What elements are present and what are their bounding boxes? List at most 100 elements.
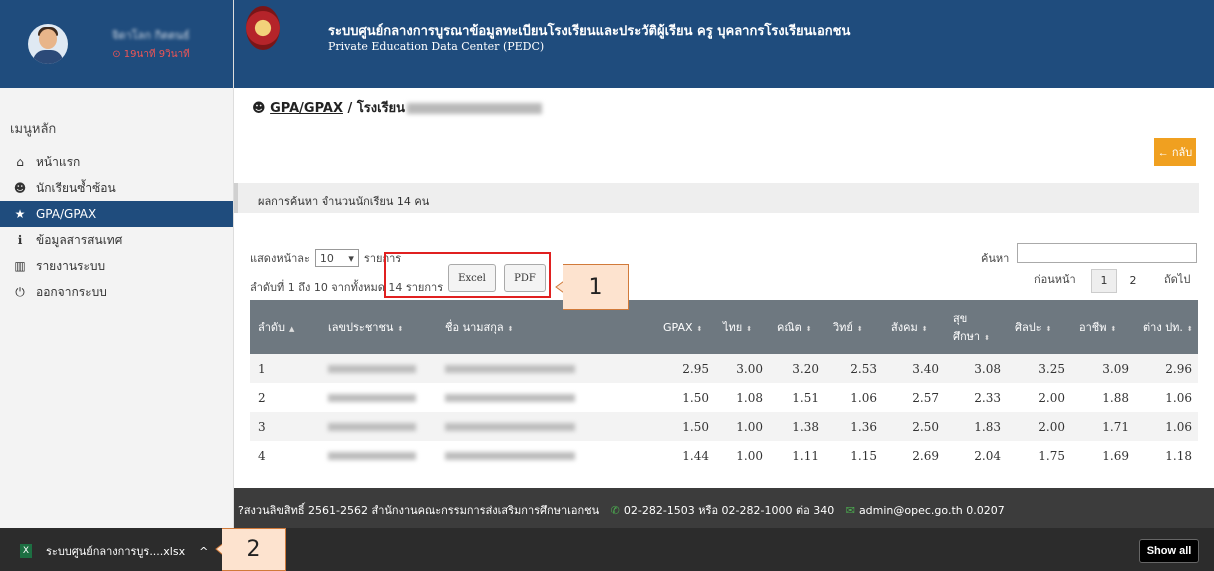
column-header-health[interactable]: สุข ศึกษา ⬍ [945, 309, 1007, 345]
cell-citizen-id-redacted [320, 420, 437, 434]
pager-next[interactable]: ถัดไป [1164, 270, 1190, 288]
cell-score: 1.75 [1038, 448, 1065, 463]
home-icon: ⌂ [16, 155, 24, 169]
cell-name-redacted [437, 420, 655, 434]
column-header-science[interactable]: วิทย์ ⬍ [825, 318, 883, 336]
header-title: ระบบศูนย์กลางการบูรณาข้อมูลทะเบียนโรงเรี… [328, 24, 851, 39]
header-label: ไทย [723, 321, 743, 334]
cell-score: 1.44 [682, 448, 709, 463]
breadcrumb-school: โรงเรียน [356, 101, 406, 116]
gpa-table: ลำดับ ▲ เลขประชาชน ⬍ ชื่อ นามสกุล ⬍ GPAX ⬍ ไ… [250, 300, 1198, 470]
phone-icon: ✆ [610, 504, 620, 517]
show-all-button[interactable]: Show all [1139, 539, 1199, 563]
column-header-thai[interactable]: ไทย ⬍ [715, 318, 769, 336]
header-label: ลำดับ [258, 321, 286, 334]
column-header-foreign[interactable]: ต่าง ปท. ⬍ [1135, 318, 1198, 336]
cell-score: 1.71 [1102, 419, 1129, 434]
cell-citizen-id-redacted [320, 449, 437, 463]
page-button-2[interactable]: 2 [1120, 269, 1146, 293]
sort-icon: ⬍ [805, 325, 812, 333]
chevron-up-icon[interactable]: ^ [199, 545, 208, 558]
sidebar-item-label: ข้อมูลสารสนเทศ [36, 232, 123, 247]
users-icon: ☻ [252, 101, 266, 116]
sidebar-item-duplicate-students[interactable]: ☻ นักเรียนซ้ำซ้อน [0, 175, 233, 201]
table-header: ลำดับ ▲ เลขประชาชน ⬍ ชื่อ นามสกุล ⬍ GPAX ⬍ ไ… [250, 300, 1198, 354]
sort-icon: ⬍ [397, 325, 404, 333]
page-button-1[interactable]: 1 [1091, 269, 1117, 293]
header-label: คณิต [777, 321, 802, 334]
mail-icon: ✉ [845, 504, 855, 517]
download-item[interactable]: X ระบบศูนย์กลางการบูร....xlsx ^ [20, 542, 208, 560]
cell-score: 3.25 [1038, 361, 1065, 376]
cell-score: 3.09 [1102, 361, 1129, 376]
redacted-text [445, 422, 575, 431]
header-label: ชื่อ นามสกุล [445, 321, 504, 334]
email-text: admin@opec.go.th 0.0207 [858, 504, 1005, 517]
page-length-value: 10 [319, 251, 334, 265]
redacted-text [328, 422, 416, 431]
table-row: 3 1.50 1.00 1.38 1.36 2.50 1.83 2.00 1.71 1.06 [250, 412, 1198, 441]
cell-score: 1.11 [792, 448, 819, 463]
download-bar: X ระบบศูนย์กลางการบูร....xlsx ^ Show all [0, 528, 1214, 571]
cell-score: 1.83 [974, 419, 1001, 434]
breadcrumb: ☻ GPA/GPAX / โรงเรียน [252, 97, 543, 118]
redacted-text [328, 393, 416, 402]
table-body: 1 2.95 3.00 3.20 2.53 3.40 3.08 3.25 3.09 2.96 2 1.… [250, 354, 1198, 470]
result-summary: ผลการค้นหา จำนวนนักเรียน 14 คน [234, 183, 1199, 213]
user-panel: จิดาโลก กิตตนธ์ ⊙ 19นาที 9วินาที [0, 0, 233, 88]
cell-score: 2.57 [912, 390, 939, 405]
cell-score: 2.69 [912, 448, 939, 463]
sidebar-item-home[interactable]: ⌂ หน้าแรก [0, 149, 233, 175]
cell-score: 1.51 [792, 390, 819, 405]
sidebar-item-label: นักเรียนซ้ำซ้อน [36, 180, 116, 195]
header-label: วิทย์ [833, 321, 853, 334]
redacted-text [328, 451, 416, 460]
column-header-career[interactable]: อาชีพ ⬍ [1071, 318, 1135, 336]
column-header-social[interactable]: สังคม ⬍ [883, 318, 945, 336]
search-input[interactable] [1017, 243, 1197, 263]
cell-score: 1.06 [850, 390, 877, 405]
sidebar-item-reports[interactable]: ▥ รายงานระบบ [0, 253, 233, 279]
sidebar-item-gpa[interactable]: ★ GPA/GPAX [0, 201, 233, 227]
phone-text: 02-282-1503 หรือ 02-282-1000 ต่อ 340 [623, 504, 835, 517]
redacted-text [445, 364, 575, 373]
column-header-id[interactable]: เลขประชาชน ⬍ [320, 318, 437, 336]
cell-score: 1.18 [1165, 448, 1192, 463]
cell-order: 3 [258, 419, 266, 434]
cell-score: 1.06 [1165, 419, 1192, 434]
table-row: 1 2.95 3.00 3.20 2.53 3.40 3.08 3.25 3.09 2.96 [250, 354, 1198, 383]
cell-citizen-id-redacted [320, 362, 437, 376]
page-length-select[interactable]: 10 ▾ [314, 249, 359, 267]
sort-icon: ⬍ [1045, 325, 1052, 333]
cell-score: 1.15 [850, 448, 877, 463]
column-header-gpax[interactable]: GPAX ⬍ [655, 321, 715, 334]
column-header-name[interactable]: ชื่อ นามสกุล ⬍ [437, 318, 655, 336]
cell-score: 1.69 [1102, 448, 1129, 463]
breadcrumb-separator: / [343, 101, 357, 116]
redacted-text [445, 451, 575, 460]
sort-icon: ▲ [289, 325, 295, 333]
sidebar: จิดาโลก กิตตนธ์ ⊙ 19นาที 9วินาที เมนูหลั… [0, 0, 234, 528]
cell-name-redacted [437, 449, 655, 463]
cell-score: 2.53 [850, 361, 877, 376]
session-timer: ⊙ 19นาที 9วินาที [112, 47, 190, 62]
column-header-math[interactable]: คณิต ⬍ [769, 318, 825, 336]
column-header-art[interactable]: ศิลปะ ⬍ [1007, 318, 1071, 336]
table-row: 2 1.50 1.08 1.51 1.06 2.57 2.33 2.00 1.88 1.06 [250, 383, 1198, 412]
pager-previous[interactable]: ก่อนหน้า [1034, 270, 1076, 288]
menu-title: เมนูหลัก [10, 122, 57, 137]
cell-score: 3.20 [792, 361, 819, 376]
sidebar-item-logout[interactable]: ⏻ ออกจากระบบ [0, 279, 233, 305]
back-button[interactable]: ← กลับ [1154, 138, 1196, 166]
sidebar-item-information[interactable]: ℹ ข้อมูลสารสนเทศ [0, 227, 233, 253]
header-label: สังคม [891, 321, 918, 334]
header-label: GPAX [663, 320, 693, 334]
avatar [28, 24, 68, 64]
info-icon: ℹ [17, 233, 23, 247]
cell-name-redacted [437, 362, 655, 376]
cell-score: 2.04 [974, 448, 1001, 463]
breadcrumb-link-gpa[interactable]: GPA/GPAX [270, 101, 343, 116]
user-info: จิดาโลก กิตตนธ์ ⊙ 19นาที 9วินาที [112, 26, 190, 62]
column-header-order[interactable]: ลำดับ ▲ [250, 318, 320, 336]
header-label: อาชีพ [1079, 321, 1107, 334]
